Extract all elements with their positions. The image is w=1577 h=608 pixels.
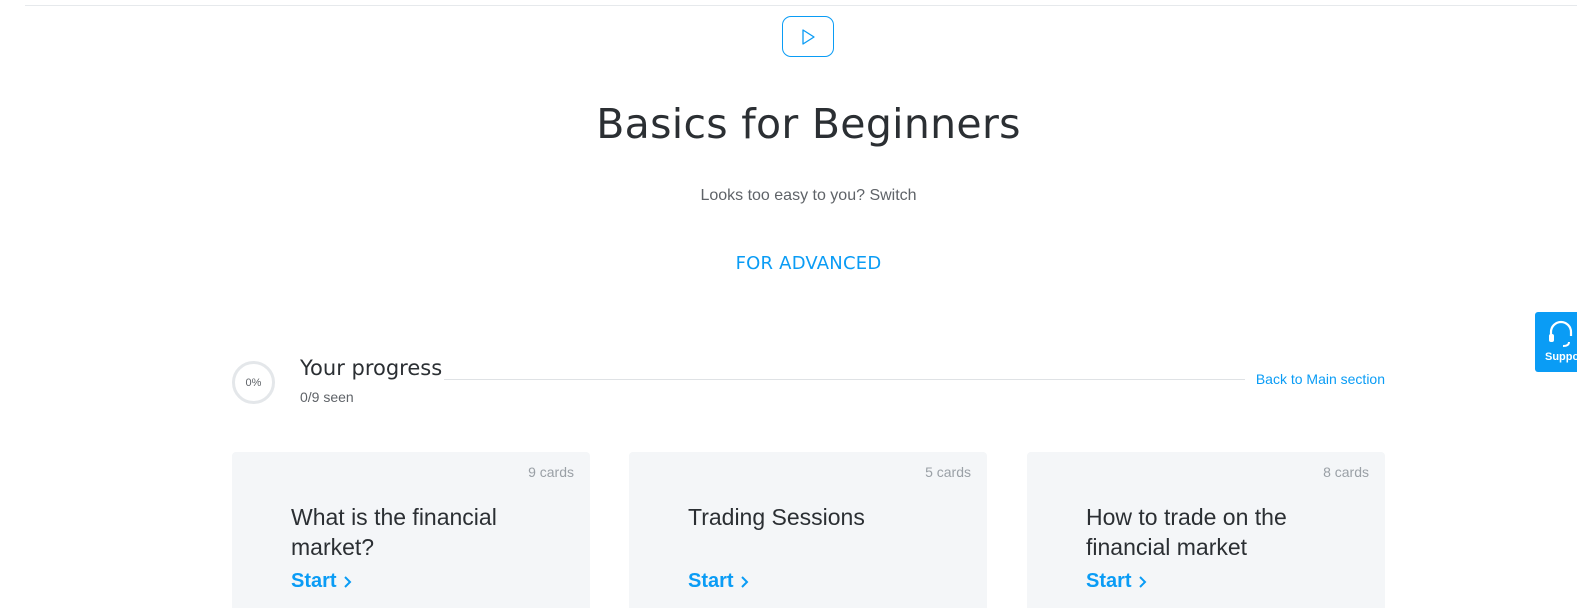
card-title: How to trade on the financial market	[1086, 504, 1287, 560]
start-button[interactable]: Start	[1086, 570, 1147, 593]
lesson-card[interactable]: 9 cards What is the financial market? St…	[232, 452, 590, 608]
card-count: 9 cards	[528, 464, 574, 480]
for-advanced-link[interactable]: FOR ADVANCED	[736, 253, 882, 274]
progress-percent: 0%	[245, 376, 262, 389]
support-widget[interactable]: Support	[1535, 312, 1577, 372]
back-to-main-link[interactable]: Back to Main section	[1247, 371, 1385, 387]
level-switch-text: Looks too easy to you? Switch	[700, 187, 917, 204]
play-icon	[802, 28, 815, 45]
progress-title: Your progress	[300, 356, 445, 380]
progress-divider	[432, 379, 1245, 380]
start-button[interactable]: Start	[688, 570, 749, 593]
card-title: What is the financial market?	[291, 504, 497, 560]
chevron-right-icon	[1138, 575, 1146, 588]
start-label: Start	[688, 570, 734, 592]
progress-section: 0% Your progress 0/9 seen Back to Main s…	[232, 356, 1385, 412]
play-button[interactable]	[782, 16, 834, 57]
progress-ring: 0%	[232, 361, 275, 404]
support-label: Support	[1545, 351, 1577, 363]
start-button[interactable]: Start	[291, 570, 352, 593]
top-divider	[25, 5, 1577, 6]
lesson-card[interactable]: 8 cards How to trade on the financial ma…	[1027, 452, 1385, 608]
card-title: Trading Sessions	[688, 504, 865, 530]
page-title: Basics for Beginners	[596, 100, 1021, 148]
advanced-link-wrap: FOR ADVANCED	[0, 253, 1577, 274]
start-label: Start	[1086, 570, 1132, 592]
lesson-card[interactable]: 5 cards Trading Sessions Start	[629, 452, 987, 608]
start-label: Start	[291, 570, 337, 592]
headset-icon	[1549, 320, 1573, 347]
chevron-right-icon	[740, 575, 748, 588]
card-count: 5 cards	[925, 464, 971, 480]
card-count: 8 cards	[1323, 464, 1369, 480]
progress-seen-count: 0/9 seen	[300, 389, 354, 405]
page: Basics for Beginners Looks too easy to y…	[0, 0, 1577, 608]
chevron-right-icon	[343, 575, 351, 588]
